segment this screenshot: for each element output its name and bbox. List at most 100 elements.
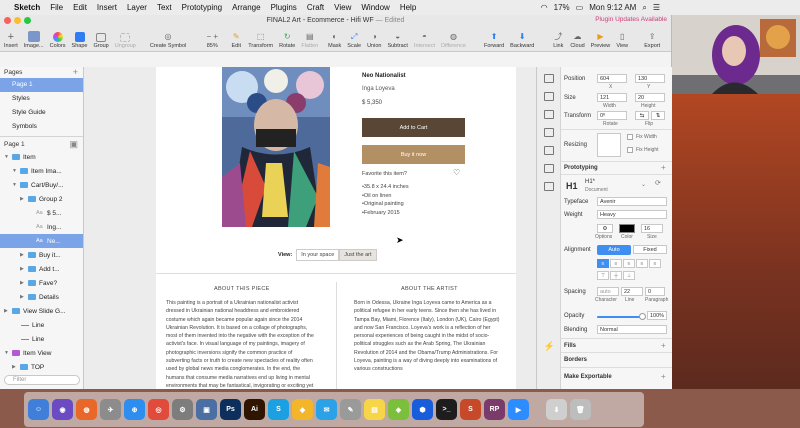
page-item-styles[interactable]: Styles bbox=[0, 92, 83, 106]
auto-width-button[interactable]: Auto bbox=[597, 245, 631, 255]
backward-button[interactable]: ⬇ Backward bbox=[510, 31, 534, 49]
canvas[interactable]: Neo Nationalist Inga Loyeva $ 5,350 Add … bbox=[84, 67, 536, 389]
opacity-slider[interactable] bbox=[597, 313, 646, 320]
align-middle-icon[interactable] bbox=[543, 146, 554, 155]
menu-help[interactable]: Help bbox=[400, 3, 416, 12]
blending-select[interactable]: Normal bbox=[597, 325, 667, 334]
insert-button[interactable]: + Insert bbox=[4, 31, 18, 50]
distribute-icon[interactable] bbox=[543, 128, 554, 137]
sync-icon[interactable]: ⟳ bbox=[655, 179, 661, 187]
disclosure-triangle-icon[interactable]: ▶ bbox=[20, 266, 26, 272]
layer-row[interactable]: Line bbox=[0, 318, 83, 332]
menu-plugins[interactable]: Plugins bbox=[271, 3, 297, 12]
disclosure-triangle-icon[interactable]: ▼ bbox=[12, 168, 18, 174]
font-size-input[interactable]: 16 bbox=[641, 224, 663, 233]
menu-view[interactable]: View bbox=[334, 3, 351, 12]
opacity-input[interactable]: 100% bbox=[647, 311, 667, 320]
layer-row[interactable]: ▶ Fave? bbox=[0, 276, 83, 290]
layer-row[interactable]: ▶ TOP bbox=[0, 360, 83, 374]
align-text-left-icon[interactable]: ≡ bbox=[597, 259, 609, 268]
dock-illustrator-icon[interactable]: Ai bbox=[244, 399, 265, 420]
minimize-window-icon[interactable] bbox=[14, 17, 21, 24]
distribute-vertical-icon[interactable] bbox=[543, 182, 554, 191]
menu-insert[interactable]: Insert bbox=[97, 3, 117, 12]
menu-file[interactable]: File bbox=[50, 3, 63, 12]
dock-firefox-icon[interactable]: ◍ bbox=[76, 399, 97, 420]
wifi-icon[interactable]: ◠ bbox=[541, 3, 548, 12]
disclosure-triangle-icon[interactable]: ▶ bbox=[20, 252, 26, 258]
dock-terminal-icon[interactable]: >_ bbox=[436, 399, 457, 420]
view-option-in-your-space[interactable]: In your space bbox=[296, 249, 340, 261]
add-fill-icon[interactable]: + bbox=[661, 341, 666, 350]
disclosure-triangle-icon[interactable]: ▶ bbox=[20, 294, 26, 300]
layer-row[interactable]: ▼ Item bbox=[0, 150, 83, 164]
dock-safari-icon[interactable]: ⊕ bbox=[124, 399, 145, 420]
layer-row[interactable]: ▶ Details bbox=[0, 290, 83, 304]
layer-row[interactable]: ▶ View Slide G... bbox=[0, 304, 83, 318]
colors-button[interactable]: Colors bbox=[50, 32, 66, 49]
dock-bitwarden-icon[interactable]: ⬢ bbox=[412, 399, 433, 420]
typeface-select[interactable]: Avenir bbox=[597, 197, 667, 206]
cloud-button[interactable]: ☁ Cloud bbox=[570, 31, 584, 49]
export-button[interactable]: ⇪ Export bbox=[644, 31, 660, 49]
close-window-icon[interactable] bbox=[4, 17, 11, 24]
layer-row[interactable]: Aa Ne... bbox=[0, 234, 83, 248]
artwork-image[interactable] bbox=[222, 67, 330, 227]
vertical-align-icon[interactable]: ≡ bbox=[649, 259, 661, 268]
fix-width-checkbox[interactable] bbox=[627, 134, 633, 140]
view-button[interactable]: ▯ View bbox=[616, 31, 628, 49]
disclosure-triangle-icon[interactable]: ▶ bbox=[4, 308, 10, 314]
align-center-icon[interactable] bbox=[543, 92, 554, 101]
flip-vertical-icon[interactable]: ⇅ bbox=[651, 111, 665, 120]
align-left-icon[interactable] bbox=[543, 74, 554, 83]
align-middle-text-icon[interactable]: ┼ bbox=[610, 271, 622, 280]
position-y-input[interactable]: 130 bbox=[635, 74, 665, 83]
flip-horizontal-icon[interactable]: ⇆ bbox=[635, 111, 649, 120]
disclosure-triangle-icon[interactable]: ▼ bbox=[4, 350, 10, 356]
lightning-icon[interactable]: ⚡ bbox=[544, 341, 555, 351]
dock-zoom-icon[interactable]: ▶ bbox=[508, 399, 529, 420]
menu-window[interactable]: Window bbox=[361, 3, 389, 12]
artist-name[interactable]: Inga Loyeva bbox=[362, 86, 395, 92]
dock-notes-icon[interactable]: ▤ bbox=[364, 399, 385, 420]
menu-list-icon[interactable]: ☰ bbox=[653, 3, 660, 12]
align-top-text-icon[interactable]: ⊤ bbox=[597, 271, 609, 280]
edit-button[interactable]: ✎ Edit bbox=[230, 31, 242, 49]
panel-divider[interactable] bbox=[0, 136, 83, 137]
collapse-layers-icon[interactable]: ▣ bbox=[69, 139, 78, 150]
page-item-style-guide[interactable]: Style Guide bbox=[0, 106, 83, 120]
add-export-icon[interactable]: + bbox=[661, 372, 666, 381]
zoom-window-icon[interactable] bbox=[24, 17, 31, 24]
dock-messages-icon[interactable]: ✉ bbox=[316, 399, 337, 420]
fixed-width-button[interactable]: Fixed bbox=[633, 245, 667, 254]
dock-finder-icon[interactable]: ☺ bbox=[28, 399, 49, 420]
dock-trash-icon[interactable]: 🗑 bbox=[570, 399, 591, 420]
shape-button[interactable]: Shape bbox=[72, 32, 87, 49]
height-input[interactable]: 20 bbox=[635, 93, 665, 102]
resizing-widget[interactable] bbox=[597, 133, 621, 157]
menu-craft[interactable]: Craft bbox=[307, 3, 324, 12]
layer-row[interactable]: Aa $ 5... bbox=[0, 206, 83, 220]
buy-now-button[interactable]: Buy it now bbox=[362, 145, 465, 164]
page-item-page-1[interactable]: Page 1 bbox=[0, 78, 83, 92]
add-prototype-icon[interactable]: + bbox=[661, 163, 666, 172]
dock-scrivener-icon[interactable]: S bbox=[460, 399, 481, 420]
layer-row[interactable]: ▼ Item Ima... bbox=[0, 164, 83, 178]
position-x-input[interactable]: 604 bbox=[597, 74, 627, 83]
dock-sketch-icon[interactable]: ◆ bbox=[292, 399, 313, 420]
text-style-name[interactable]: H1* bbox=[585, 179, 595, 185]
group-button[interactable]: Group bbox=[93, 33, 109, 49]
heart-icon[interactable]: ♡ bbox=[453, 168, 460, 177]
artboard[interactable]: Neo Nationalist Inga Loyeva $ 5,350 Add … bbox=[156, 67, 516, 389]
layer-row[interactable]: ▶ Buy it... bbox=[0, 248, 83, 262]
layer-row[interactable]: Aa Ing... bbox=[0, 220, 83, 234]
plugin-updates-notice[interactable]: Plugin Updates Available bbox=[595, 16, 667, 23]
weight-select[interactable]: Heavy bbox=[597, 210, 667, 219]
layer-row[interactable]: ▶ Group 2 bbox=[0, 192, 83, 206]
layer-row[interactable]: ▶ Add t... bbox=[0, 262, 83, 276]
disclosure-triangle-icon[interactable]: ▶ bbox=[20, 280, 26, 286]
zoom-control[interactable]: − + 85% bbox=[206, 31, 218, 49]
intersect-button[interactable]: ◓ Intersect bbox=[414, 31, 435, 49]
disclosure-triangle-icon[interactable]: ▶ bbox=[12, 364, 18, 370]
flatten-button[interactable]: ▤ Flatten bbox=[301, 31, 318, 49]
